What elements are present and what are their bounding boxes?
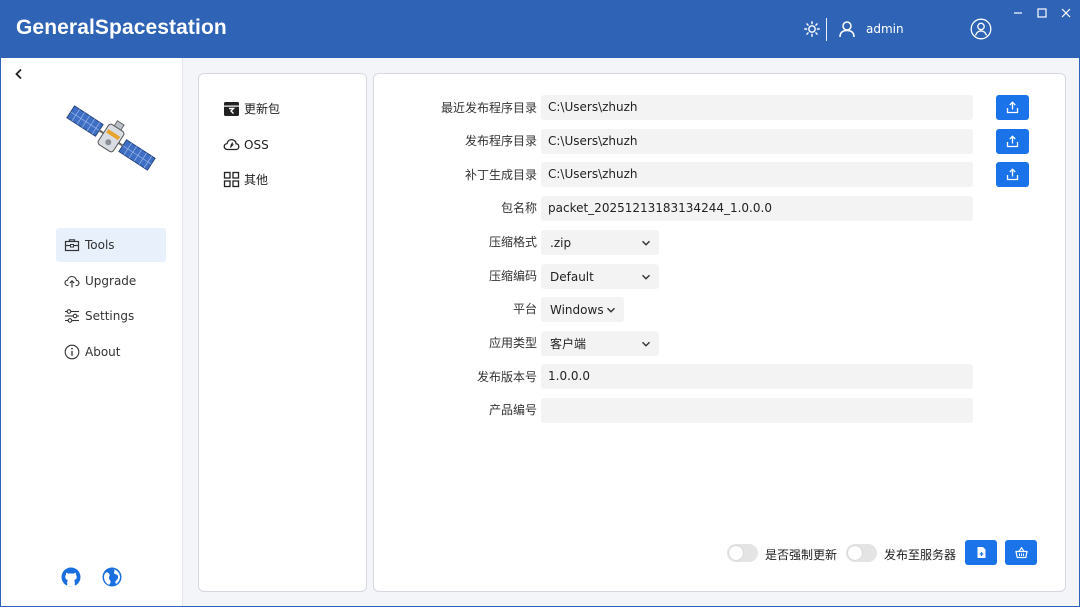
recent-dir-upload-button[interactable] [996, 95, 1029, 120]
subnav-panel: 更新包 OSS 其他 [198, 73, 367, 592]
sidebar-item-label: Settings [85, 309, 135, 323]
subnav-item-label: 更新包 [244, 102, 281, 116]
app-type-label: 应用类型 [488, 336, 537, 350]
satellite-logo [66, 105, 156, 171]
publish-server-toggle[interactable] [846, 544, 877, 562]
patch-dir-input[interactable] [541, 162, 973, 187]
chevron-down-icon [641, 341, 651, 347]
version-label: 发布版本号 [476, 370, 537, 384]
app-title: GeneralSpacestation [16, 16, 227, 39]
sidebar-item-settings[interactable]: Settings [56, 299, 166, 333]
patch-dir-upload-button[interactable] [996, 162, 1029, 187]
upload-icon [1006, 168, 1019, 181]
upload-icon [1006, 135, 1019, 148]
publish-button[interactable] [1005, 540, 1037, 565]
github-icon[interactable] [61, 567, 81, 587]
sidebar-item-about[interactable]: About [56, 335, 166, 369]
file-generate-icon [977, 547, 985, 558]
sidebar-item-tools[interactable]: Tools [56, 228, 166, 262]
sidebar-item-label: Upgrade [85, 274, 137, 288]
chevron-down-icon [641, 240, 651, 246]
generate-packet-button[interactable] [965, 540, 997, 565]
compress-format-value: .zip [550, 235, 572, 250]
recent-dir-input[interactable] [541, 95, 973, 120]
packet-form-panel: 最近发布程序目录 发布程序目录 补丁生成目录 [373, 73, 1066, 592]
publish-dir-input[interactable] [541, 129, 973, 154]
user-icon[interactable] [838, 20, 856, 38]
compress-format-label: 压缩格式 [488, 235, 537, 249]
platform-select[interactable]: Windows [541, 297, 624, 322]
subnav-item-other[interactable]: 其他 [223, 171, 268, 188]
toggle-knob [848, 546, 862, 560]
compress-encoding-value: Default [550, 269, 594, 284]
publish-dir-upload-button[interactable] [996, 129, 1029, 154]
minimize-icon[interactable] [1010, 6, 1026, 20]
sidebar-item-label: About [85, 345, 121, 359]
platform-value: Windows [550, 302, 604, 317]
maximize-icon[interactable] [1034, 6, 1050, 20]
package-name-label: 包名称 [500, 201, 537, 215]
sidebar: Tools Upgrade Settings About [1, 58, 183, 606]
close-icon[interactable] [1058, 6, 1074, 20]
chevron-down-icon [641, 274, 651, 280]
sidebar-item-upgrade[interactable]: Upgrade [56, 264, 166, 298]
patch-dir-label: 补丁生成目录 [464, 168, 537, 182]
title-bar: GeneralSpacestation admin [1, 1, 1079, 58]
basket-icon [1014, 546, 1028, 559]
subnav-item-label: 其他 [244, 173, 269, 187]
upload-icon [1006, 101, 1019, 114]
subnav-item-oss[interactable]: OSS [223, 136, 269, 153]
globe-icon[interactable] [102, 567, 122, 587]
version-input[interactable] [541, 364, 973, 389]
account-circle-icon[interactable] [970, 18, 992, 40]
header-divider [826, 18, 827, 41]
force-update-label: 是否强制更新 [765, 548, 838, 562]
recent-dir-label: 最近发布程序目录 [440, 101, 537, 115]
info-icon [64, 344, 80, 360]
subnav-item-label: OSS [244, 137, 269, 152]
publish-dir-label: 发布程序目录 [464, 134, 537, 148]
compress-encoding-select[interactable]: Default [541, 264, 659, 289]
cloud-icon [223, 138, 240, 151]
username-label[interactable]: admin [866, 22, 904, 36]
sliders-icon [65, 309, 79, 323]
package-name-input[interactable] [541, 196, 973, 221]
toolbox-icon [64, 239, 80, 252]
platform-label: 平台 [512, 302, 537, 316]
product-code-label: 产品编号 [488, 403, 537, 417]
compress-format-select[interactable]: .zip [541, 230, 659, 255]
cloud-upload-icon [64, 275, 80, 288]
product-code-input[interactable] [541, 398, 973, 423]
force-update-toggle[interactable] [727, 544, 758, 562]
app-window: GeneralSpacestation admin Tools Upgrade … [0, 0, 1080, 607]
subnav-item-packet[interactable]: 更新包 [223, 100, 280, 117]
publish-server-label: 发布至服务器 [884, 548, 957, 562]
toggle-knob [729, 546, 743, 560]
sidebar-item-label: Tools [85, 238, 115, 252]
chevron-down-icon [606, 307, 616, 313]
package-icon [224, 102, 239, 116]
app-type-select[interactable]: 客户端 [541, 331, 659, 356]
grid-icon [223, 171, 240, 188]
app-type-value: 客户端 [550, 337, 587, 351]
compress-encoding-label: 压缩编码 [488, 269, 537, 283]
chevron-left-icon[interactable] [13, 68, 25, 80]
sun-icon[interactable] [804, 21, 820, 37]
